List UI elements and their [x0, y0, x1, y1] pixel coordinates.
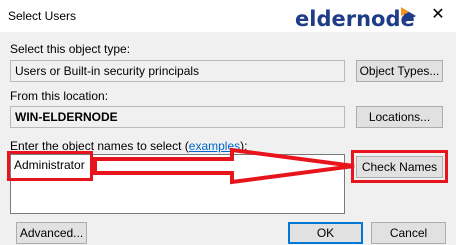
- object-type-label: Select this object type:: [10, 42, 131, 56]
- close-icon[interactable]: ✕: [430, 7, 446, 23]
- object-type-field: Users or Built-in security principals: [10, 60, 345, 82]
- location-label: From this location:: [10, 89, 109, 103]
- locations-button[interactable]: Locations...: [356, 106, 443, 128]
- location-field: WIN-ELDERNODE: [10, 106, 345, 128]
- annotation-box-administrator: [7, 151, 93, 181]
- object-types-button[interactable]: Object Types...: [356, 60, 443, 82]
- logo-wordmark: eldernode: [295, 7, 415, 31]
- window-title: Select Users: [8, 9, 77, 23]
- eldernode-logo: eldernode: [295, 3, 423, 33]
- ok-button[interactable]: OK: [288, 222, 363, 244]
- annotation-box-check-names: [351, 150, 448, 183]
- cancel-button[interactable]: Cancel: [371, 222, 446, 244]
- advanced-button[interactable]: Advanced...: [16, 222, 87, 244]
- annotation-arrow: [93, 147, 355, 185]
